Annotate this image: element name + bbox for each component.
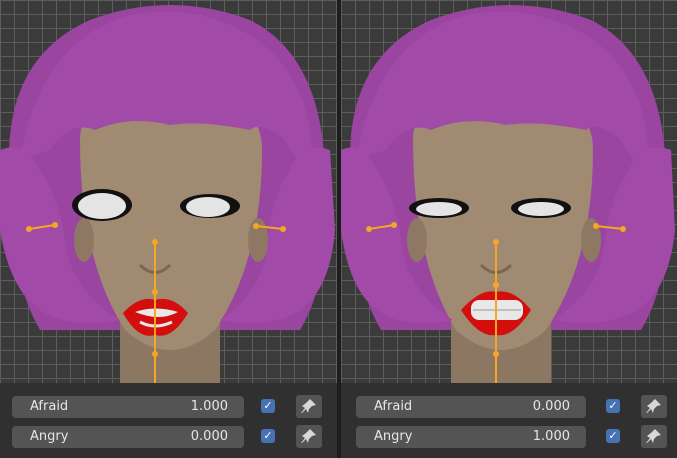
shape-key-label: Afraid (374, 399, 413, 414)
pin-icon (301, 429, 316, 443)
shape-keys-panel: Afraid 0.000 ✓ Angry 1.000 ✓ (341, 383, 677, 458)
checkbox-icon[interactable]: ✓ (261, 399, 275, 413)
shape-key-value: 0.000 (532, 399, 570, 414)
right-eye (186, 197, 230, 217)
shape-key-row: Angry 1.000 ✓ (341, 425, 677, 449)
blender-comparison: Afraid 1.000 ✓ Angry 0.000 ✓ Afraid 0.00… (0, 0, 677, 458)
checkbox-icon[interactable]: ✓ (261, 429, 275, 443)
shape-keys-panel: Afraid 1.000 ✓ Angry 0.000 ✓ (0, 383, 337, 458)
shape-key-slider[interactable]: Angry 0.000 (12, 426, 244, 448)
right-eye (518, 202, 564, 216)
pin-button[interactable] (641, 425, 667, 448)
shape-key-value: 1.000 (190, 399, 228, 414)
right-panel: Afraid 0.000 ✓ Angry 1.000 ✓ (341, 0, 677, 458)
pin-button[interactable] (641, 395, 667, 418)
shape-key-row: Afraid 1.000 ✓ (0, 395, 337, 419)
shape-key-row: Angry 0.000 ✓ (0, 425, 337, 449)
pin-icon (646, 429, 661, 443)
head-render (341, 5, 675, 383)
checkbox-icon[interactable]: ✓ (606, 429, 620, 443)
pin-button[interactable] (296, 425, 322, 448)
viewport-3d[interactable] (0, 0, 337, 383)
shape-key-slider[interactable]: Afraid 1.000 (12, 396, 244, 418)
head-render (0, 5, 335, 383)
pin-icon (646, 399, 661, 413)
left-eye (416, 202, 462, 216)
left-ear (74, 218, 94, 262)
left-ear (407, 218, 427, 262)
shape-key-slider[interactable]: Afraid 0.000 (356, 396, 586, 418)
pin-icon (301, 399, 316, 413)
checkbox-icon[interactable]: ✓ (606, 399, 620, 413)
pin-button[interactable] (296, 395, 322, 418)
left-eye (78, 193, 126, 219)
shape-key-slider[interactable]: Angry 1.000 (356, 426, 586, 448)
shape-key-label: Angry (374, 429, 413, 444)
shape-key-row: Afraid 0.000 ✓ (341, 395, 677, 419)
shape-key-label: Afraid (30, 399, 69, 414)
viewport-3d[interactable] (341, 0, 677, 383)
left-panel: Afraid 1.000 ✓ Angry 0.000 ✓ (0, 0, 337, 458)
shape-key-value: 1.000 (532, 429, 570, 444)
shape-key-value: 0.000 (190, 429, 228, 444)
shape-key-label: Angry (30, 429, 69, 444)
